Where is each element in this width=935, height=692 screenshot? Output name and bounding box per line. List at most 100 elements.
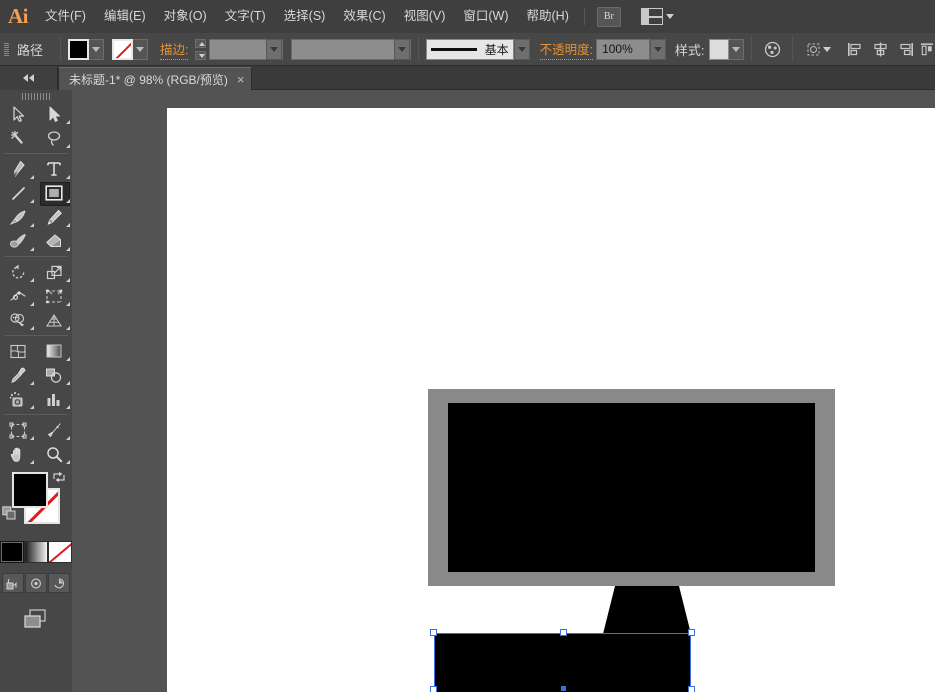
fill-color-indicator[interactable] — [12, 472, 48, 508]
document-tab[interactable]: 未标题-1* @ 98% (RGB/预览) × — [58, 67, 253, 90]
color-mode-gradient[interactable] — [24, 541, 48, 563]
artboard-tool[interactable] — [0, 418, 36, 442]
mesh-tool[interactable] — [0, 339, 36, 363]
stroke-color-swatch-none[interactable] — [111, 38, 133, 60]
opacity-value-field[interactable]: 100% — [596, 38, 650, 60]
transform-chevron-down-icon[interactable] — [823, 46, 832, 52]
canvas-area[interactable] — [72, 90, 935, 692]
close-icon[interactable]: × — [237, 73, 245, 86]
menu-bar: Ai 文件(F) 编辑(E) 对象(O) 文字(T) 选择(S) 效果(C) 视… — [0, 0, 935, 33]
menubar-divider — [583, 8, 585, 25]
menu-window[interactable]: 窗口(W) — [454, 0, 517, 33]
brush-stroke-icon — [430, 47, 477, 51]
monitor-base-shape[interactable] — [434, 633, 691, 692]
fill-dropdown-icon[interactable] — [89, 38, 104, 60]
screen-mode-normal[interactable] — [2, 573, 24, 593]
control-divider-3 — [751, 37, 753, 61]
align-left-icon[interactable] — [841, 36, 867, 62]
default-fill-stroke-icon[interactable] — [2, 506, 17, 521]
shape-builder-tool[interactable] — [0, 308, 36, 332]
align-right-icon[interactable] — [893, 36, 919, 62]
monitor-neck-shape[interactable] — [587, 586, 707, 636]
eraser-tool[interactable] — [36, 229, 72, 253]
selection-tool[interactable] — [0, 102, 36, 126]
brush-dropdown-icon[interactable] — [513, 38, 530, 60]
stroke-color-control[interactable] — [111, 38, 148, 60]
stroke-weight-field[interactable] — [209, 38, 284, 60]
menu-type[interactable]: 文字(T) — [216, 0, 275, 33]
stroke-weight-label[interactable]: 描边: — [159, 39, 189, 60]
perspective-grid-tool[interactable] — [36, 308, 72, 332]
fill-color-swatch[interactable] — [68, 38, 89, 60]
workspace-switcher[interactable] — [640, 8, 674, 25]
lasso-tool[interactable] — [36, 126, 72, 150]
stroke-dropdown-icon[interactable] — [132, 38, 148, 60]
paintbrush-tool[interactable] — [0, 205, 36, 229]
color-mode-none[interactable] — [48, 541, 72, 563]
gradient-tool[interactable] — [36, 339, 72, 363]
bridge-icon[interactable]: Br — [596, 6, 621, 27]
column-graph-tool[interactable] — [36, 387, 72, 411]
magic-wand-tool[interactable] — [0, 126, 36, 150]
menu-help[interactable]: 帮助(H) — [518, 0, 578, 33]
width-tool[interactable] — [0, 284, 36, 308]
panel-collapse-button[interactable] — [0, 66, 58, 90]
direct-selection-tool[interactable] — [36, 102, 72, 126]
zoom-tool[interactable] — [36, 442, 72, 466]
style-label: 样式: — [674, 42, 705, 58]
align-top-icon[interactable] — [919, 36, 935, 62]
pen-tool[interactable] — [0, 157, 36, 181]
menu-file[interactable]: 文件(F) — [36, 0, 95, 33]
tools-panel — [0, 90, 72, 692]
fill-stroke-controls — [0, 470, 72, 534]
screen-mode-buttons — [0, 573, 72, 593]
rotate-tool[interactable] — [0, 260, 36, 284]
slice-tool[interactable] — [36, 418, 72, 442]
recolor-artwork-icon[interactable] — [759, 36, 785, 62]
document-tab-title: 未标题-1* @ 98% (RGB/预览) — [69, 72, 228, 87]
double-chevron-left-icon — [23, 74, 34, 82]
free-transform-tool[interactable] — [36, 284, 72, 308]
menu-view[interactable]: 视图(V) — [395, 0, 455, 33]
artboard[interactable] — [167, 108, 935, 692]
screen-mode-full[interactable] — [48, 573, 70, 593]
control-bar-grip[interactable] — [0, 33, 11, 66]
type-tool[interactable] — [36, 157, 72, 181]
menu-select[interactable]: 选择(S) — [275, 0, 335, 33]
eyedropper-tool[interactable] — [0, 363, 36, 387]
app-logo-icon: Ai — [8, 4, 29, 28]
blob-brush-tool[interactable] — [0, 229, 36, 253]
swap-fill-stroke-icon[interactable] — [52, 470, 66, 484]
opacity-dropdown-icon[interactable] — [649, 38, 666, 60]
brush-definition-field[interactable]: 基本 — [425, 38, 514, 60]
tools-panel-grip[interactable] — [0, 90, 72, 102]
fill-color-control[interactable] — [68, 38, 104, 60]
monitor-screen-shape[interactable] — [448, 403, 815, 572]
stroke-profile-dropdown-icon[interactable] — [393, 38, 410, 60]
align-center-horizontal-icon[interactable] — [867, 36, 893, 62]
tools-divider-1 — [4, 153, 68, 154]
blend-tool[interactable] — [36, 363, 72, 387]
hand-tool[interactable] — [0, 442, 36, 466]
line-segment-tool[interactable] — [0, 181, 36, 205]
rectangle-tool[interactable] — [36, 181, 72, 206]
graphic-style-swatch[interactable] — [708, 38, 730, 60]
graphic-style-dropdown-icon[interactable] — [729, 38, 745, 60]
opacity-label[interactable]: 不透明度: — [539, 39, 594, 60]
screen-mode-full-menu[interactable] — [25, 573, 47, 593]
color-mode-color[interactable] — [0, 541, 24, 563]
stroke-weight-stepper[interactable] — [195, 38, 207, 60]
stroke-profile-field[interactable] — [291, 38, 411, 60]
tools-divider-3 — [4, 335, 68, 336]
tools-divider-4 — [4, 414, 68, 415]
menu-object[interactable]: 对象(O) — [155, 0, 216, 33]
pencil-tool[interactable] — [36, 205, 72, 229]
menu-edit[interactable]: 编辑(E) — [95, 0, 155, 33]
menu-effect[interactable]: 效果(C) — [334, 0, 394, 33]
drawing-mode-button[interactable] — [0, 607, 72, 631]
symbol-sprayer-tool[interactable] — [0, 387, 36, 411]
workspace-layout-icon — [640, 8, 663, 25]
chevron-down-icon — [665, 14, 674, 19]
scale-tool[interactable] — [36, 260, 72, 284]
stroke-weight-dropdown-icon[interactable] — [266, 38, 283, 60]
